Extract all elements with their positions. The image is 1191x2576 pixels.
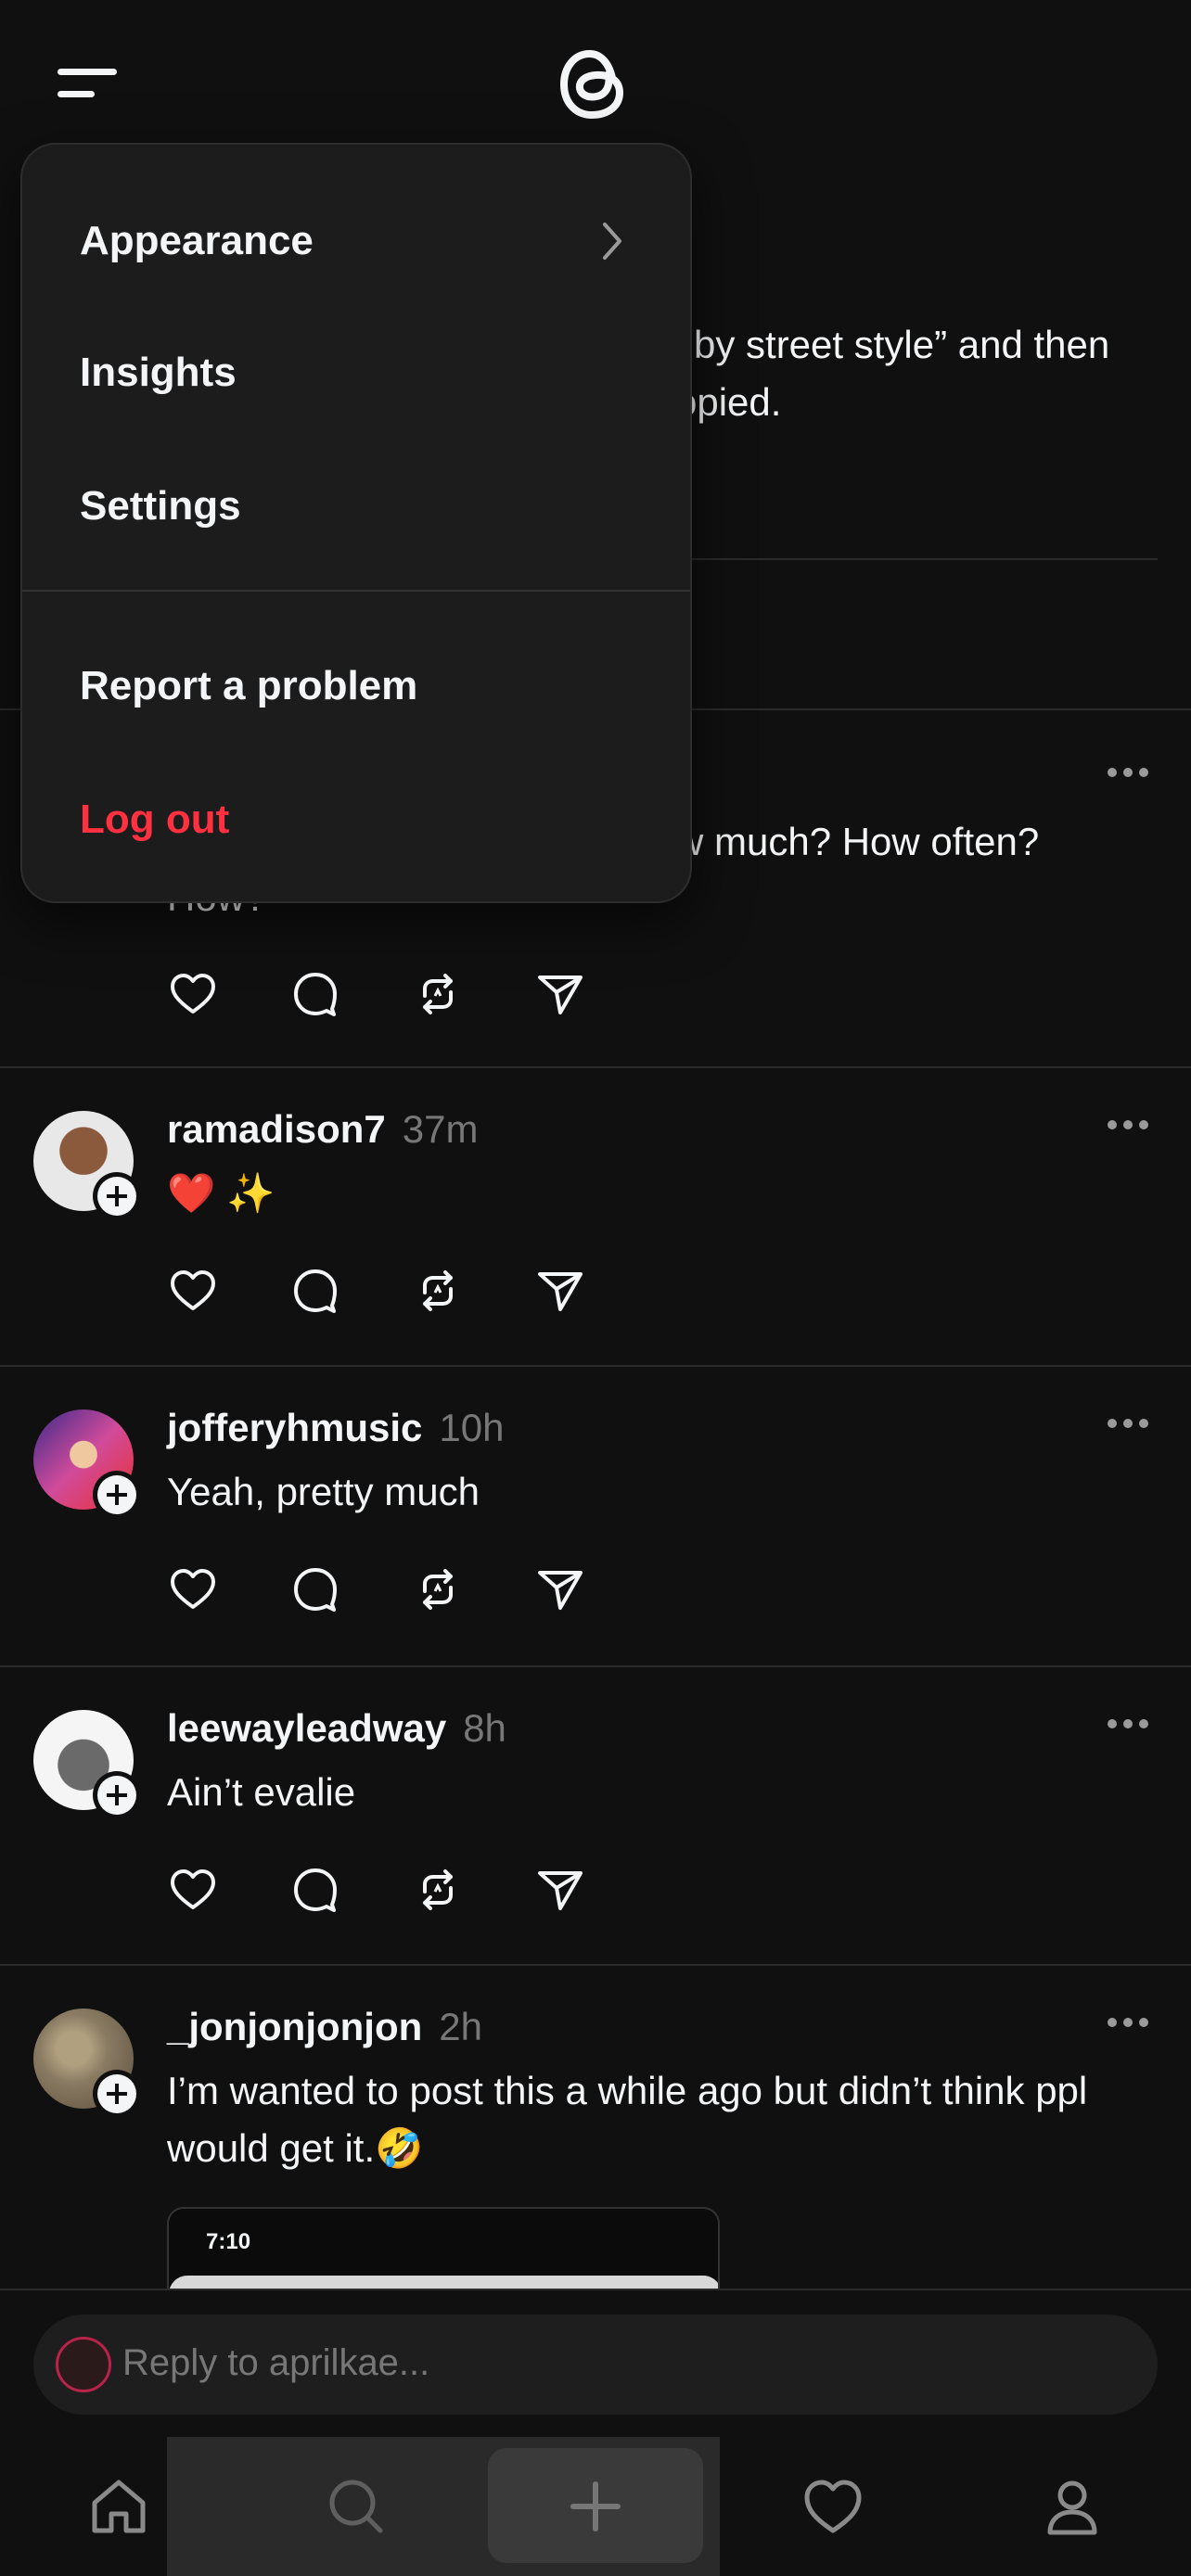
post-text: Ain’t evalie [167,1770,356,1814]
menu-item-label: Settings [80,483,241,529]
post-time: 8h [463,1706,506,1750]
comment-icon[interactable] [289,1864,341,1916]
share-icon[interactable] [534,1563,586,1615]
hamburger-icon[interactable] [58,67,117,104]
post-text: I’m wanted to post this a while ago but … [167,2069,1088,2170]
menu-item-insights[interactable]: Insights [22,308,690,438]
thread-post[interactable]: leewayleadway 8h Ain’t evalie [0,1665,1191,1964]
comment-icon[interactable] [289,968,341,1020]
dropdown-menu: Appearance Insights Settings Report a pr… [20,143,692,903]
share-icon[interactable] [534,968,586,1020]
post-actions [167,968,612,1020]
username[interactable]: leewayleadway [167,1706,446,1750]
menu-item-label: Insights [80,350,237,395]
username[interactable]: _jonjonjonjon [167,2005,422,2048]
post-header: jofferyhmusic 10h [167,1406,504,1450]
thread-text-line: by street style” and then [694,323,1110,366]
menu-divider [22,590,690,592]
reply-placeholder: Reply to aprilkae... [122,2342,430,2383]
menu-item-report-problem[interactable]: Report a problem [22,621,690,751]
post-actions [167,1864,612,1916]
heart-icon[interactable] [167,1563,219,1615]
menu-item-log-out[interactable]: Log out [22,755,690,885]
heart-icon[interactable] [167,968,219,1020]
username[interactable]: ramadison7 [167,1107,386,1151]
profile-icon [1047,2480,1097,2535]
reply-bar: Reply to aprilkae... [0,2289,1191,2437]
nav-create[interactable] [477,2437,714,2576]
post-actions [167,1563,612,1615]
post-text: ❤️ ✨ [167,1171,275,1215]
share-icon[interactable] [534,1864,586,1916]
menu-item-appearance[interactable]: Appearance [22,176,690,306]
repost-icon[interactable] [412,1864,464,1916]
menu-item-label: Report a problem [80,663,418,708]
avatar [56,2337,111,2392]
post-actions [167,1265,612,1317]
bottom-nav [0,2437,1191,2576]
reply-input[interactable]: Reply to aprilkae... [33,2315,1158,2415]
menu-item-settings[interactable]: Settings [22,441,690,571]
follow-plus-icon[interactable] [93,1172,141,1220]
repost-icon[interactable] [412,968,464,1020]
more-icon[interactable] [1108,1719,1148,1730]
repost-icon[interactable] [412,1563,464,1615]
post-header: ramadison7 37m [167,1107,478,1152]
repost-icon[interactable] [412,1265,464,1317]
follow-plus-icon[interactable] [93,1771,141,1819]
share-icon[interactable] [534,1265,586,1317]
more-icon[interactable] [1108,1419,1148,1430]
nav-activity[interactable] [714,2437,952,2576]
chevron-right-icon [603,223,621,260]
username[interactable]: jofferyhmusic [167,1406,422,1449]
home-icon [92,2480,146,2533]
post-time: 2h [439,2005,482,2048]
comment-icon[interactable] [289,1563,341,1615]
post-text: w much? How often? [675,820,1040,863]
heart-icon [804,2480,862,2533]
search-icon [329,2480,383,2533]
heart-icon[interactable] [167,1864,219,1916]
thread-post[interactable]: ramadison7 37m ❤️ ✨ [0,1066,1191,1365]
thread-post[interactable]: jofferyhmusic 10h Yeah, pretty much [0,1365,1191,1664]
heart-icon[interactable] [167,1265,219,1317]
nav-home[interactable] [0,2437,237,2576]
threads-logo[interactable] [553,41,633,128]
menu-item-label: Appearance [80,218,314,263]
comment-icon[interactable] [289,1265,341,1317]
embedded-status-time: 7:10 [206,2229,251,2254]
more-icon[interactable] [1108,768,1148,779]
post-text: Yeah, pretty much [167,1470,480,1513]
nav-search[interactable] [237,2437,475,2576]
top-bar [0,0,1191,158]
post-header: _jonjonjonjon 2h [167,2005,482,2049]
follow-plus-icon[interactable] [93,1471,141,1519]
more-icon[interactable] [1108,2018,1148,2029]
create-icon [570,2481,621,2531]
post-header: leewayleadway 8h [167,1706,506,1751]
post-time: 37m [402,1107,479,1151]
post-time: 10h [439,1406,505,1449]
post-image-screenshot[interactable]: 7:10 [167,2207,720,2290]
menu-item-label: Log out [80,797,230,842]
nav-profile[interactable] [954,2437,1191,2576]
more-icon[interactable] [1108,1120,1148,1131]
follow-plus-icon[interactable] [93,2070,141,2118]
